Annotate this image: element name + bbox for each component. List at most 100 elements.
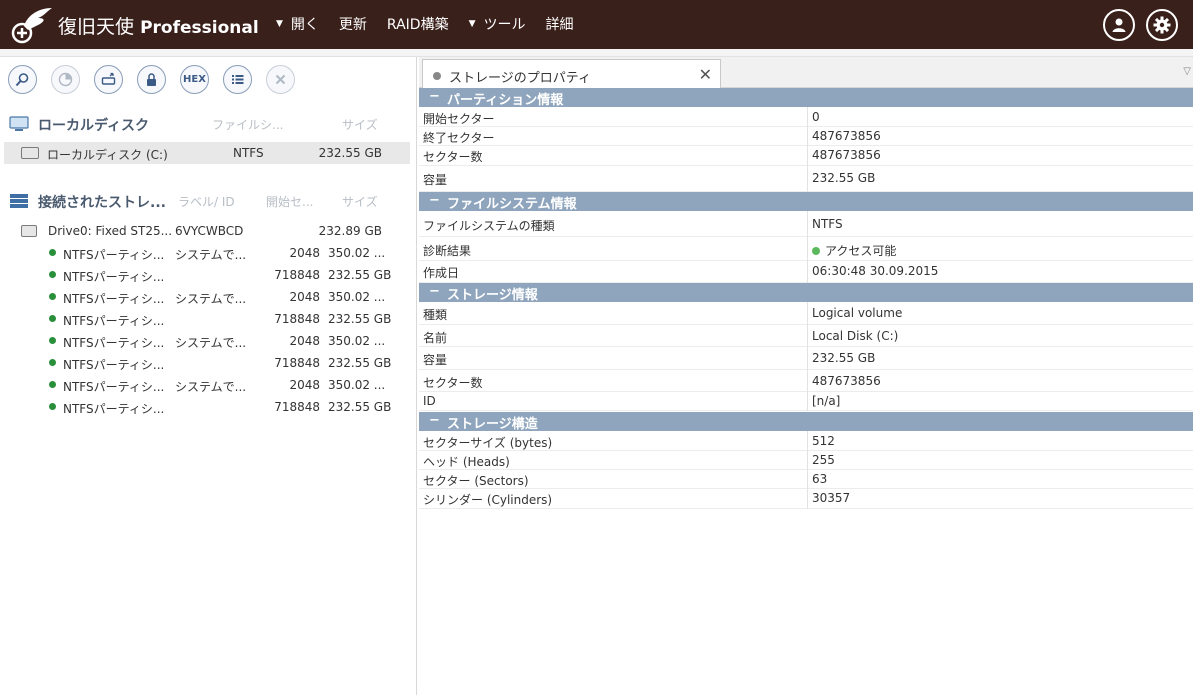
menu-raid-build[interactable]: RAID構築 [387, 14, 449, 34]
list-view-button[interactable] [223, 65, 252, 94]
menu-open[interactable]: ▼ 開く [276, 14, 319, 34]
hex-icon: HEX [183, 74, 206, 85]
property-row: 容量 232.55 GB [419, 166, 1193, 192]
lock-button[interactable] [137, 65, 166, 94]
partition-row[interactable]: NTFSパーティシ... 718848 232.55 GB [4, 396, 410, 418]
property-value: 232.55 GB [812, 171, 876, 185]
menu-open-label: 開く [290, 17, 319, 33]
partition-name: NTFSパーティシ... [63, 292, 165, 306]
app-title: 復旧天使 Professional [58, 12, 259, 39]
property-key: セクターサイズ (bytes) [423, 436, 553, 450]
group-filesystem-info[interactable]: − ファイルシステム情報 [419, 192, 1193, 212]
group-storage-info[interactable]: − ストレージ情報 [419, 283, 1193, 303]
partition-start: 2048 [289, 290, 320, 304]
property-row: 終了セクター 487673856 [419, 127, 1193, 146]
property-row: ID [n/a] [419, 392, 1193, 411]
property-value: Logical volume [812, 306, 903, 320]
property-value: 255 [812, 453, 835, 467]
local-disk-section-header: ローカルディスク ファイルシ... サイズ [0, 114, 410, 134]
local-disk-row[interactable]: ローカルディスク (C:) NTFS 232.55 GB [4, 142, 410, 164]
partition-size: 350.02 ... [328, 334, 386, 348]
local-disk-name: ローカルディスク (C:) [47, 148, 168, 162]
partition-start: 718848 [274, 356, 320, 370]
recover-button[interactable] [94, 65, 123, 94]
property-key: セクター数 [423, 376, 483, 390]
tab-storage-properties[interactable]: ストレージのプロパティ ✕ [422, 59, 721, 89]
partition-size: 232.55 GB [328, 268, 392, 282]
tab-label: ストレージのプロパティ [449, 71, 591, 86]
partition-name: NTFSパーティシ... [63, 314, 165, 328]
property-value: 232.55 GB [812, 351, 876, 365]
property-row: セクター (Sectors) 63 [419, 470, 1193, 489]
partition-start: 2048 [289, 378, 320, 392]
partition-size: 232.55 GB [328, 312, 392, 326]
device-list-panel: HEX ローカルディスク ファイルシ... サイズ ローカルディスク (C:) … [0, 57, 417, 695]
partition-row[interactable]: NTFSパーティシ... システムで... 2048 350.02 ... [4, 330, 410, 352]
property-key: ファイルシステムの種類 [423, 219, 555, 233]
partition-size: 232.55 GB [328, 356, 392, 370]
property-row: セクターサイズ (bytes) 512 [419, 431, 1193, 451]
partition-label: システムで... [175, 336, 247, 350]
partition-size: 232.55 GB [328, 400, 392, 414]
property-key: 作成日 [423, 266, 460, 280]
partition-size: 350.02 ... [328, 246, 386, 260]
user-account-button[interactable] [1103, 9, 1135, 41]
status-dot-icon [49, 315, 56, 322]
property-key: セクター数 [423, 150, 483, 164]
group-partition-info[interactable]: − パーティション情報 [419, 88, 1193, 108]
partition-start: 718848 [274, 268, 320, 282]
partition-row[interactable]: NTFSパーティシ... システムで... 2048 350.02 ... [4, 374, 410, 396]
group-title: パーティション情報 [447, 93, 564, 108]
property-value: 487673856 [812, 129, 881, 143]
scan-button[interactable] [51, 65, 80, 94]
menu-details[interactable]: 詳細 [546, 14, 574, 34]
partition-row[interactable]: NTFSパーティシ... システムで... 2048 350.02 ... [4, 242, 410, 264]
close-button[interactable] [266, 65, 295, 94]
status-dot-icon [49, 249, 56, 256]
property-row: 種類 Logical volume [419, 302, 1193, 325]
title-bar: 復旧天使 Professional ▼ 開く 更新 RAID構築 ▼ ツール 詳… [0, 0, 1193, 49]
tab-close-icon[interactable]: ✕ [699, 65, 712, 84]
partition-name: NTFSパーティシ... [63, 402, 165, 416]
hard-drive-icon [21, 225, 37, 237]
menu-tools[interactable]: ▼ ツール [469, 14, 526, 34]
app-title-main: 復旧天使 [58, 16, 135, 38]
tab-bar: ストレージのプロパティ ✕ ▽ [419, 57, 1193, 89]
partition-row[interactable]: NTFSパーティシ... 718848 232.55 GB [4, 352, 410, 374]
partition-start: 2048 [289, 334, 320, 348]
property-row: 容量 232.55 GB [419, 347, 1193, 370]
group-title: ストレージ情報 [447, 288, 538, 303]
col-size[interactable]: サイズ [342, 116, 378, 133]
col-label-id[interactable]: ラベル/ ID [178, 193, 235, 210]
storage-server-icon [10, 194, 28, 208]
partition-name: NTFSパーティシ... [63, 248, 165, 262]
partition-row[interactable]: NTFSパーティシ... 718848 232.55 GB [4, 308, 410, 330]
diagnosis-value: アクセス可能 [825, 244, 897, 258]
dropdown-arrow-icon: ▼ [276, 19, 283, 29]
hex-viewer-button[interactable]: HEX [180, 65, 209, 94]
angel-logo-icon [11, 8, 52, 44]
group-storage-structure[interactable]: − ストレージ構造 [419, 412, 1193, 432]
drive-size: 232.89 GB [318, 224, 382, 238]
close-icon [275, 74, 286, 85]
drive-row[interactable]: Drive0: Fixed ST25... 6VYCWBCD 232.89 GB [4, 220, 410, 242]
drive-id: 6VYCWBCD [175, 224, 244, 238]
property-value: 487673856 [812, 374, 881, 388]
property-row: セクター数 487673856 [419, 370, 1193, 392]
col-start-sector[interactable]: 開始セ... [266, 193, 313, 210]
partition-row[interactable]: NTFSパーティシ... システムで... 2048 350.02 ... [4, 286, 410, 308]
property-value: 06:30:48 30.09.2015 [812, 264, 939, 278]
monitor-icon [9, 116, 29, 131]
search-button[interactable] [8, 65, 37, 94]
col-size[interactable]: サイズ [342, 193, 378, 210]
property-value: アクセス可能 [812, 242, 896, 259]
partition-name: NTFSパーティシ... [63, 380, 165, 394]
property-row: ヘッド (Heads) 255 [419, 451, 1193, 470]
menu-refresh[interactable]: 更新 [339, 14, 367, 34]
col-filesystem[interactable]: ファイルシ... [212, 116, 283, 133]
tab-list-dropdown-icon[interactable]: ▽ [1183, 66, 1191, 77]
partition-row[interactable]: NTFSパーティシ... 718848 232.55 GB [4, 264, 410, 286]
settings-button[interactable] [1146, 9, 1178, 41]
dropdown-arrow-icon: ▼ [468, 19, 476, 29]
main-menu: ▼ 開く 更新 RAID構築 ▼ ツール 詳細 [276, 14, 594, 34]
